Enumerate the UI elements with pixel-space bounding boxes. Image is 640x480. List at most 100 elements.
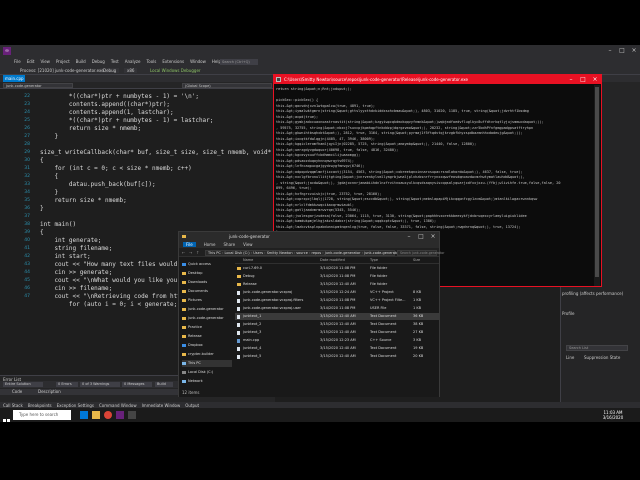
nav-item-desktop[interactable]: Desktop xyxy=(182,270,202,277)
errors-filter-button[interactable]: 0 Errors xyxy=(56,382,78,387)
taskbar-clock[interactable]: 11:03 AM 3/16/2020 xyxy=(598,410,628,420)
col-size[interactable]: Size xyxy=(413,257,420,264)
console-app-icon xyxy=(276,77,281,82)
visual-studio-taskbar-icon[interactable] xyxy=(116,411,124,419)
breadcrumb-item[interactable]: Users xyxy=(253,251,263,255)
chrome-icon[interactable] xyxy=(104,411,112,419)
console-taskbar-icon[interactable] xyxy=(128,411,136,419)
file-row[interactable]: junktext_4 3/15/2020 12:40 AM Text Documen… xyxy=(235,345,439,352)
file-row[interactable]: junk-code-generator.vcxproj 3/15/2020 12:… xyxy=(235,289,439,296)
nav-item-practice[interactable]: Practice xyxy=(182,324,202,331)
menu-edit[interactable]: Edit xyxy=(27,59,35,64)
breadcrumb-item[interactable]: repos xyxy=(311,251,321,255)
file-row[interactable]: junktext_3 3/15/2020 12:40 AM Text Documen… xyxy=(235,329,439,336)
nav-item-documents[interactable]: Documents xyxy=(182,288,208,295)
warnings-filter-button[interactable]: 0 of 3 Warnings xyxy=(80,382,120,387)
menu-test[interactable]: Test xyxy=(111,59,119,64)
messages-filter-button[interactable]: 0 Messages xyxy=(122,382,152,387)
file-size: 36 KB xyxy=(413,314,424,318)
console-minimize-icon[interactable]: – xyxy=(565,75,577,84)
nav-item-junk-code-generator[interactable]: junk-code-generator xyxy=(182,315,224,322)
file-row[interactable]: Release 3/15/2020 12:40 AM File folder xyxy=(235,281,439,288)
console-scroll-thumb[interactable] xyxy=(595,87,599,277)
breadcrumb-item[interactable]: junk-code-generator xyxy=(325,251,361,255)
menu-analyze[interactable]: Analyze xyxy=(125,59,141,64)
explorer-title-bar[interactable]: junk-code-generator – □ × xyxy=(179,232,439,241)
explorer-address-bar[interactable]: This PC › Local Disk (C:) › Users › Smit… xyxy=(205,250,400,256)
console-close-icon[interactable]: × xyxy=(589,75,601,84)
error-scope-dropdown[interactable]: Entire Solution xyxy=(3,382,43,387)
menu-debug[interactable]: Debug xyxy=(92,59,105,64)
nav-item-crypter-builder[interactable]: crypter-builder xyxy=(182,351,214,358)
vs-search-box[interactable]: Search (Ctrl+Q) xyxy=(220,59,258,65)
error-col-code[interactable]: Code xyxy=(12,389,22,394)
file-row[interactable]: junk-code-generator.vcxproj.user 3/14/202… xyxy=(235,305,439,312)
maximize-icon[interactable]: □ xyxy=(616,45,628,57)
ribbon-tab-home[interactable]: Home xyxy=(204,242,216,247)
col-line[interactable]: Line xyxy=(566,355,574,360)
nav-item-this-pc[interactable]: This PC xyxy=(182,360,232,367)
col-name[interactable]: Name xyxy=(243,257,253,264)
file-explorer-taskbar-icon[interactable] xyxy=(92,411,100,419)
console-scrollbar[interactable] xyxy=(594,85,600,286)
breadcrumb-item[interactable]: junk-code-generator xyxy=(364,251,400,255)
menu-window[interactable]: Window xyxy=(190,59,206,64)
project-scope-dropdown[interactable]: junk-code-generator xyxy=(3,83,73,88)
ribbon-tab-view[interactable]: View xyxy=(243,242,253,247)
nav-item-pictures[interactable]: Pictures xyxy=(182,297,202,304)
breadcrumb-item[interactable]: source xyxy=(296,251,308,255)
explorer-close-icon[interactable]: × xyxy=(427,232,439,241)
file-row[interactable]: junktext_1 3/15/2020 12:40 AM Text Documen… xyxy=(235,313,439,320)
menu-extensions[interactable]: Extensions xyxy=(162,59,184,64)
nav-item-dropbox[interactable]: Dropbox xyxy=(182,342,203,349)
col-suppression-state[interactable]: Suppression State xyxy=(584,355,620,360)
explorer-minimize-icon[interactable]: – xyxy=(403,232,415,241)
file-row[interactable]: junktext_5 3/15/2020 12:40 AM Text Documen… xyxy=(235,353,439,360)
nav-item-junk-code-generator[interactable]: junk-code-generator xyxy=(182,306,224,313)
menu-project[interactable]: Project xyxy=(56,59,70,64)
file-row[interactable]: Debug 3/14/2020 11:08 PM File folder xyxy=(235,273,439,280)
menu-tools[interactable]: Tools xyxy=(147,59,157,64)
platform-dropdown[interactable]: x86 xyxy=(124,68,138,73)
col-date-modified[interactable]: Date modified xyxy=(320,257,345,264)
nav-item-quick-access[interactable]: Quick access xyxy=(182,261,211,268)
breadcrumb-item[interactable]: This PC xyxy=(208,251,221,255)
forward-arrow-icon[interactable]: → xyxy=(189,250,192,255)
ribbon-tab-file[interactable]: File xyxy=(183,242,196,247)
minimize-icon[interactable]: – xyxy=(604,45,616,57)
run-debugger-button[interactable]: Local Windows Debugger xyxy=(150,68,201,73)
file-row[interactable]: curl-7.69.0 3/14/2020 11:08 PM File folder xyxy=(235,265,439,272)
ribbon-tab-share[interactable]: Share xyxy=(224,242,236,247)
up-arrow-icon[interactable]: ↑ xyxy=(196,250,199,255)
edge-icon[interactable] xyxy=(80,411,88,419)
tab-main-cpp[interactable]: main.cpp xyxy=(3,75,25,82)
menu-file[interactable]: File xyxy=(14,59,21,64)
breadcrumb-item[interactable]: Local Disk (C:) xyxy=(224,251,249,255)
nav-item-downloads[interactable]: Downloads xyxy=(182,279,207,286)
global-scope-dropdown[interactable]: (Global Scope) xyxy=(182,83,272,88)
file-type: File folder xyxy=(370,274,388,278)
nav-item-release[interactable]: Release xyxy=(182,333,202,340)
file-row[interactable]: junk-code-generator.vcxproj.filters 3/14/… xyxy=(235,297,439,304)
error-col-description[interactable]: Description xyxy=(38,389,61,394)
build-filter-dropdown[interactable]: Build xyxy=(155,382,173,387)
windows-start-icon[interactable] xyxy=(3,411,10,422)
close-icon[interactable]: × xyxy=(628,45,640,57)
menu-view[interactable]: View xyxy=(40,59,50,64)
nav-item-network[interactable]: Network xyxy=(182,378,203,385)
search-list-input[interactable]: Search List xyxy=(566,345,628,351)
breadcrumb-item[interactable]: Smitty Newton xyxy=(267,251,293,255)
taskbar-search-box[interactable]: Type here to search xyxy=(13,410,71,420)
file-explorer-window[interactable]: junk-code-generator – □ × File Home Share V… xyxy=(178,231,444,397)
nav-item-local-disk-c-[interactable]: Local Disk (C:) xyxy=(182,369,213,376)
console-title-bar[interactable]: C:\Users\Smitty Newton\source\repos\junk… xyxy=(274,75,601,84)
col-type[interactable]: Type xyxy=(370,257,378,264)
explorer-search-input[interactable]: Search junk-code-generator xyxy=(397,250,444,256)
console-maximize-icon[interactable]: □ xyxy=(577,75,589,84)
back-arrow-icon[interactable]: ← xyxy=(182,250,185,255)
explorer-maximize-icon[interactable]: □ xyxy=(415,232,427,241)
file-row[interactable]: junktext_2 3/15/2020 12:40 AM Text Documen… xyxy=(235,321,439,328)
menu-build[interactable]: Build xyxy=(76,59,86,64)
file-row[interactable]: main.cpp 3/15/2020 12:23 AM C++ Source 3 KB xyxy=(235,337,439,344)
